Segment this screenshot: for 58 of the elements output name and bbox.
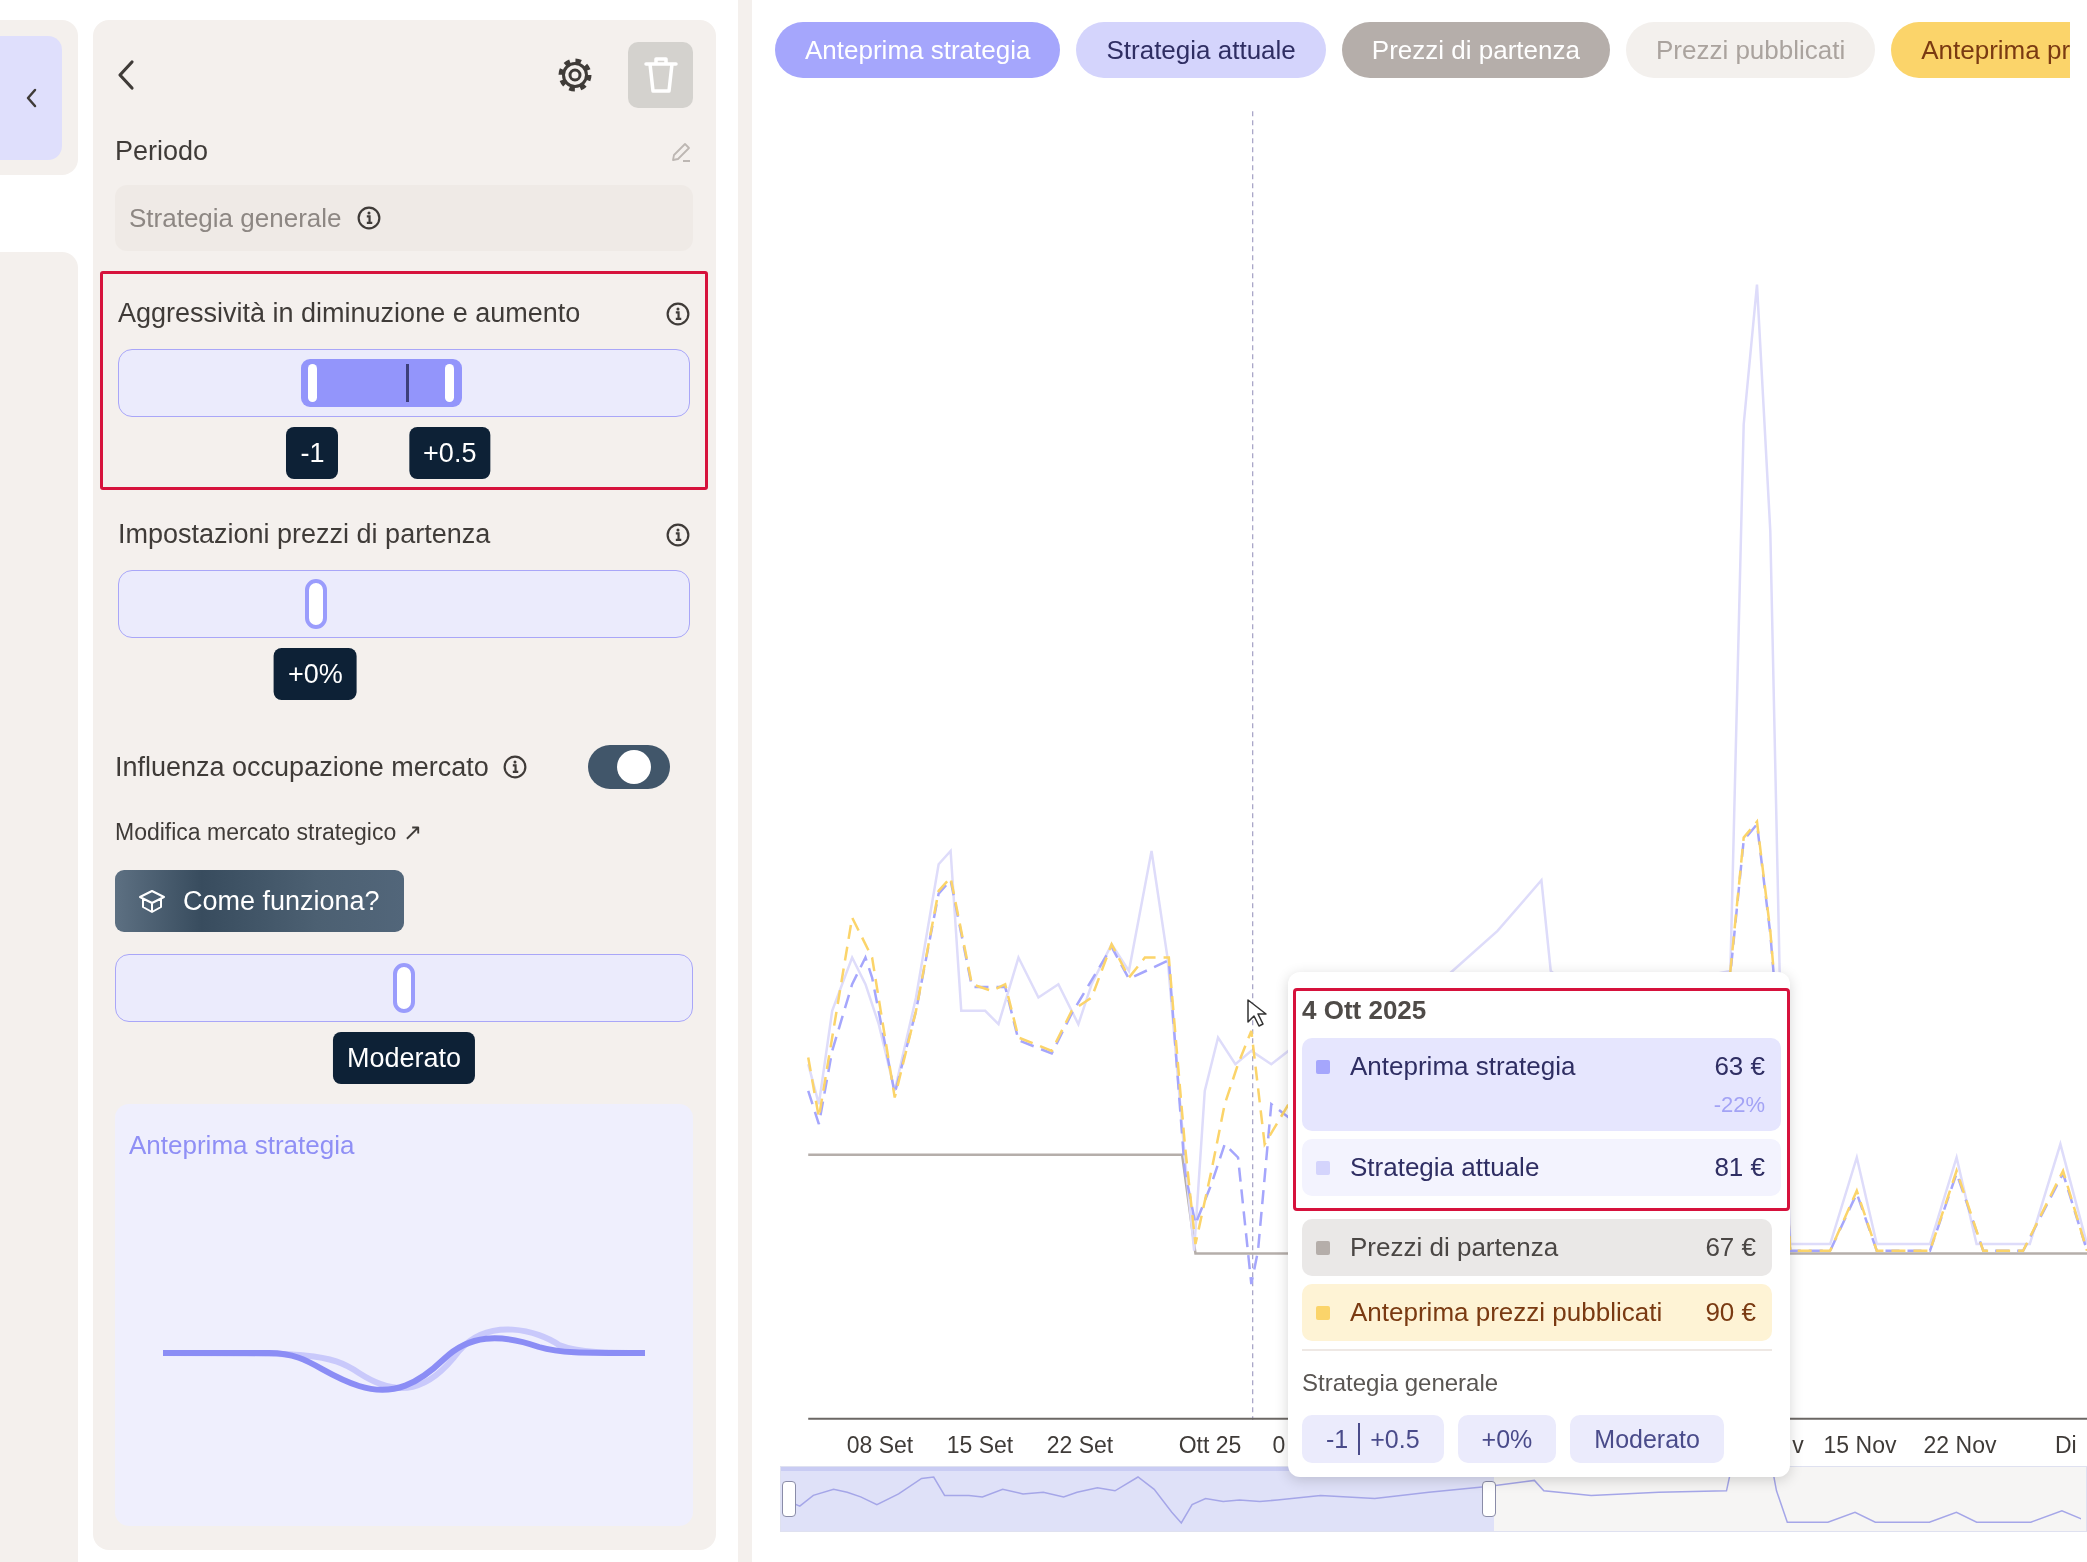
series-value: 63 €: [1714, 1051, 1765, 1082]
value-badge: Moderato: [332, 1032, 476, 1084]
series-value: 81 €: [1714, 1152, 1765, 1183]
settings-icon[interactable]: [556, 56, 594, 94]
tooltip-date: 4 Ott 2025: [1302, 995, 1428, 1026]
axis-label: 08 Set: [846, 1432, 914, 1459]
range-navigator[interactable]: [780, 1466, 2087, 1532]
strategy-name: Strategia generale: [1302, 1369, 1500, 1397]
slider-thumb[interactable]: [393, 963, 415, 1013]
section-title: Aggressività in diminuzione e aumento: [118, 298, 581, 329]
series-label: Prezzi di partenza: [1350, 1232, 1560, 1263]
slider-handle[interactable]: [445, 364, 455, 402]
toggle-switch[interactable]: [588, 745, 670, 789]
setting-value: -1: [1326, 1424, 1349, 1454]
legend-toggle[interactable]: Strategia attuale: [1076, 22, 1326, 78]
chevron-left-icon: [24, 87, 38, 109]
value-badge: +0.5: [409, 427, 491, 479]
axis-label: 0: [1272, 1432, 1286, 1459]
slider-handle[interactable]: [308, 364, 318, 402]
edit-market-link[interactable]: Modifica mercato strategico ↗: [115, 819, 422, 845]
info-icon[interactable]: [666, 301, 690, 326]
axis-label: 15 Nov: [1823, 1432, 1897, 1459]
slider-thumb[interactable]: [304, 579, 327, 629]
range-handle[interactable]: [782, 1481, 796, 1517]
axis-label: 15 Set: [946, 1432, 1014, 1459]
axis-label: Di: [2055, 1432, 2077, 1459]
range-handle[interactable]: [1482, 1481, 1496, 1517]
axis-label: v: [1792, 1432, 1804, 1459]
box-icon: [137, 888, 167, 914]
series-value: 90 €: [1705, 1297, 1756, 1328]
trash-icon: [642, 55, 679, 95]
selected-range[interactable]: [781, 1467, 1494, 1531]
setting-value: +0.5: [1370, 1424, 1420, 1454]
section-title: Periodo: [115, 136, 209, 167]
slider-track[interactable]: [118, 349, 690, 417]
section-title: Impostazioni prezzi di partenza: [118, 519, 491, 550]
cursor-icon: [1246, 998, 1268, 1028]
axis-label: 22 Nov: [1923, 1432, 1997, 1459]
setting-value: +0%: [1481, 1424, 1533, 1454]
series-label: Anteprima strategia: [1350, 1051, 1577, 1082]
delete-button[interactable]: [628, 42, 693, 108]
change-percent: -22%: [1712, 1092, 1765, 1118]
value-badge: -1: [286, 427, 339, 479]
toggle-label: Influenza occupazione mercato: [115, 751, 489, 783]
info-icon[interactable]: [502, 755, 527, 779]
axis-label: 22 Set: [1046, 1432, 1114, 1459]
help-button[interactable]: Come funziona?: [115, 870, 404, 932]
slider-track[interactable]: [118, 570, 690, 638]
series-label: Anteprima prezzi pubblicati: [1350, 1297, 1664, 1328]
axis-label: Ott 25: [1178, 1432, 1242, 1459]
info-icon[interactable]: [666, 522, 690, 547]
value-badge: +0%: [273, 648, 357, 700]
card-title: Anteprima strategia: [129, 1130, 356, 1161]
series-label: Strategia attuale: [1350, 1152, 1541, 1183]
series-value: 67 €: [1705, 1232, 1756, 1263]
slider-track[interactable]: [115, 954, 693, 1022]
setting-value: Moderato: [1594, 1424, 1700, 1454]
legend-toggle[interactable]: Anteprima pr: [1891, 22, 2071, 78]
